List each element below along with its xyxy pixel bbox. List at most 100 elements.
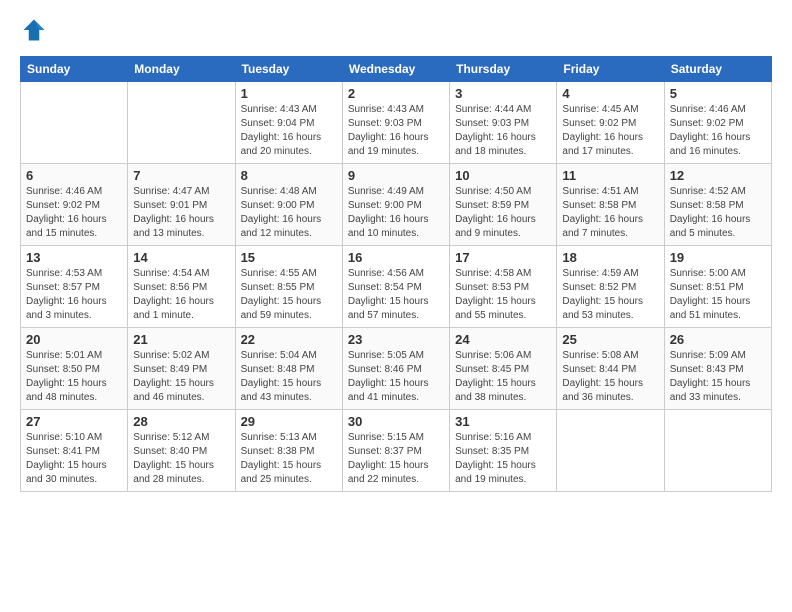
calendar-cell — [557, 410, 664, 492]
day-info: Sunrise: 5:16 AMSunset: 8:35 PMDaylight:… — [455, 431, 551, 487]
day-number: 9 — [348, 168, 444, 183]
day-number: 29 — [241, 414, 337, 429]
day-number: 22 — [241, 332, 337, 347]
day-info: Sunrise: 4:47 AMSunset: 9:01 PMDaylight:… — [133, 185, 229, 241]
calendar-cell: 3 Sunrise: 4:44 AMSunset: 9:03 PMDaylight… — [450, 82, 557, 164]
day-number: 4 — [562, 86, 658, 101]
day-info: Sunrise: 4:58 AMSunset: 8:53 PMDaylight:… — [455, 267, 551, 323]
calendar-cell: 11 Sunrise: 4:51 AMSunset: 8:58 PMDayligh… — [557, 164, 664, 246]
calendar-cell: 21 Sunrise: 5:02 AMSunset: 8:49 PMDayligh… — [128, 328, 235, 410]
calendar-cell: 29 Sunrise: 5:13 AMSunset: 8:38 PMDayligh… — [235, 410, 342, 492]
day-info: Sunrise: 5:04 AMSunset: 8:48 PMDaylight:… — [241, 349, 337, 405]
day-info: Sunrise: 4:50 AMSunset: 8:59 PMDaylight:… — [455, 185, 551, 241]
calendar-header-saturday: Saturday — [664, 57, 771, 82]
logo — [20, 16, 54, 44]
calendar-cell: 16 Sunrise: 4:56 AMSunset: 8:54 PMDayligh… — [342, 246, 449, 328]
day-info: Sunrise: 4:59 AMSunset: 8:52 PMDaylight:… — [562, 267, 658, 323]
calendar-header-monday: Monday — [128, 57, 235, 82]
day-number: 26 — [670, 332, 766, 347]
day-number: 27 — [26, 414, 122, 429]
calendar-week-2: 6Sunrise: 4:46 AMSunset: 9:02 PMDaylight… — [21, 164, 772, 246]
day-info: Sunrise: 4:53 AMSunset: 8:57 PMDaylight:… — [26, 267, 122, 323]
calendar-cell: 30 Sunrise: 5:15 AMSunset: 8:37 PMDayligh… — [342, 410, 449, 492]
day-number: 30 — [348, 414, 444, 429]
day-number: 24 — [455, 332, 551, 347]
day-number: 17 — [455, 250, 551, 265]
day-number: 19 — [670, 250, 766, 265]
day-number: 1 — [241, 86, 337, 101]
day-number: 12 — [670, 168, 766, 183]
calendar-cell: 2 Sunrise: 4:43 AMSunset: 9:03 PMDaylight… — [342, 82, 449, 164]
calendar-cell: 31 Sunrise: 5:16 AMSunset: 8:35 PMDayligh… — [450, 410, 557, 492]
calendar-cell: 18 Sunrise: 4:59 AMSunset: 8:52 PMDayligh… — [557, 246, 664, 328]
calendar-cell: 9Sunrise: 4:49 AMSunset: 9:00 PMDaylight… — [342, 164, 449, 246]
day-number: 13 — [26, 250, 122, 265]
day-info: Sunrise: 5:02 AMSunset: 8:49 PMDaylight:… — [133, 349, 229, 405]
day-info: Sunrise: 5:06 AMSunset: 8:45 PMDaylight:… — [455, 349, 551, 405]
calendar-header-sunday: Sunday — [21, 57, 128, 82]
day-info: Sunrise: 4:51 AMSunset: 8:58 PMDaylight:… — [562, 185, 658, 241]
day-number: 16 — [348, 250, 444, 265]
day-number: 20 — [26, 332, 122, 347]
calendar-cell: 6Sunrise: 4:46 AMSunset: 9:02 PMDaylight… — [21, 164, 128, 246]
day-info: Sunrise: 4:46 AMSunset: 9:02 PMDaylight:… — [26, 185, 122, 241]
calendar-cell: 20 Sunrise: 5:01 AMSunset: 8:50 PMDayligh… — [21, 328, 128, 410]
calendar-cell: 12 Sunrise: 4:52 AMSunset: 8:58 PMDayligh… — [664, 164, 771, 246]
calendar-header-thursday: Thursday — [450, 57, 557, 82]
day-info: Sunrise: 4:44 AMSunset: 9:03 PMDaylight:… — [455, 103, 551, 159]
day-number: 23 — [348, 332, 444, 347]
day-number: 11 — [562, 168, 658, 183]
calendar-table: SundayMondayTuesdayWednesdayThursdayFrid… — [20, 56, 772, 492]
calendar-cell: 7 Sunrise: 4:47 AMSunset: 9:01 PMDaylight… — [128, 164, 235, 246]
day-number: 18 — [562, 250, 658, 265]
day-info: Sunrise: 5:10 AMSunset: 8:41 PMDaylight:… — [26, 431, 122, 487]
calendar-header-tuesday: Tuesday — [235, 57, 342, 82]
day-info: Sunrise: 5:13 AMSunset: 8:38 PMDaylight:… — [241, 431, 337, 487]
day-info: Sunrise: 4:48 AMSunset: 9:00 PMDaylight:… — [241, 185, 337, 241]
day-number: 25 — [562, 332, 658, 347]
calendar-week-3: 13 Sunrise: 4:53 AMSunset: 8:57 PMDayligh… — [21, 246, 772, 328]
calendar-cell: 22 Sunrise: 5:04 AMSunset: 8:48 PMDayligh… — [235, 328, 342, 410]
calendar-cell: 8 Sunrise: 4:48 AMSunset: 9:00 PMDaylight… — [235, 164, 342, 246]
day-info: Sunrise: 5:09 AMSunset: 8:43 PMDaylight:… — [670, 349, 766, 405]
calendar-header-friday: Friday — [557, 57, 664, 82]
day-number: 14 — [133, 250, 229, 265]
calendar-week-5: 27 Sunrise: 5:10 AMSunset: 8:41 PMDayligh… — [21, 410, 772, 492]
calendar-cell: 5Sunrise: 4:46 AMSunset: 9:02 PMDaylight… — [664, 82, 771, 164]
calendar-cell — [128, 82, 235, 164]
calendar-cell: 23 Sunrise: 5:05 AMSunset: 8:46 PMDayligh… — [342, 328, 449, 410]
calendar-cell: 1Sunrise: 4:43 AMSunset: 9:04 PMDaylight… — [235, 82, 342, 164]
calendar-cell: 27 Sunrise: 5:10 AMSunset: 8:41 PMDayligh… — [21, 410, 128, 492]
day-number: 8 — [241, 168, 337, 183]
day-info: Sunrise: 5:08 AMSunset: 8:44 PMDaylight:… — [562, 349, 658, 405]
calendar-cell: 10 Sunrise: 4:50 AMSunset: 8:59 PMDayligh… — [450, 164, 557, 246]
day-info: Sunrise: 5:01 AMSunset: 8:50 PMDaylight:… — [26, 349, 122, 405]
calendar-cell: 26 Sunrise: 5:09 AMSunset: 8:43 PMDayligh… — [664, 328, 771, 410]
day-number: 21 — [133, 332, 229, 347]
day-number: 2 — [348, 86, 444, 101]
calendar-cell: 14 Sunrise: 4:54 AMSunset: 8:56 PMDayligh… — [128, 246, 235, 328]
day-info: Sunrise: 4:56 AMSunset: 8:54 PMDaylight:… — [348, 267, 444, 323]
header — [20, 16, 772, 44]
calendar-cell — [21, 82, 128, 164]
calendar-week-1: 1Sunrise: 4:43 AMSunset: 9:04 PMDaylight… — [21, 82, 772, 164]
day-info: Sunrise: 5:00 AMSunset: 8:51 PMDaylight:… — [670, 267, 766, 323]
calendar-cell: 13 Sunrise: 4:53 AMSunset: 8:57 PMDayligh… — [21, 246, 128, 328]
day-info: Sunrise: 4:52 AMSunset: 8:58 PMDaylight:… — [670, 185, 766, 241]
calendar-week-4: 20 Sunrise: 5:01 AMSunset: 8:50 PMDayligh… — [21, 328, 772, 410]
calendar-cell: 17 Sunrise: 4:58 AMSunset: 8:53 PMDayligh… — [450, 246, 557, 328]
day-info: Sunrise: 5:15 AMSunset: 8:37 PMDaylight:… — [348, 431, 444, 487]
day-info: Sunrise: 4:46 AMSunset: 9:02 PMDaylight:… — [670, 103, 766, 159]
day-info: Sunrise: 4:54 AMSunset: 8:56 PMDaylight:… — [133, 267, 229, 323]
day-info: Sunrise: 5:12 AMSunset: 8:40 PMDaylight:… — [133, 431, 229, 487]
day-number: 7 — [133, 168, 229, 183]
day-number: 31 — [455, 414, 551, 429]
calendar-cell: 24 Sunrise: 5:06 AMSunset: 8:45 PMDayligh… — [450, 328, 557, 410]
calendar-cell: 4Sunrise: 4:45 AMSunset: 9:02 PMDaylight… — [557, 82, 664, 164]
day-info: Sunrise: 4:43 AMSunset: 9:03 PMDaylight:… — [348, 103, 444, 159]
day-info: Sunrise: 5:05 AMSunset: 8:46 PMDaylight:… — [348, 349, 444, 405]
day-number: 3 — [455, 86, 551, 101]
logo-icon — [20, 16, 48, 44]
day-number: 10 — [455, 168, 551, 183]
day-number: 28 — [133, 414, 229, 429]
